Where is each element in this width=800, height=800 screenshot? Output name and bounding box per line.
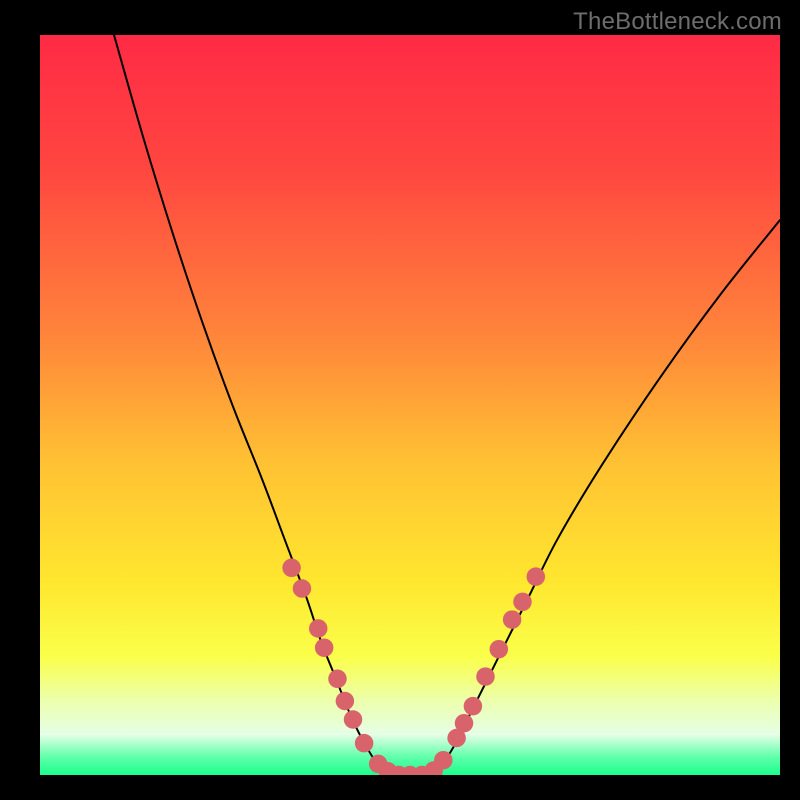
curve-marker [355, 734, 374, 753]
curve-marker [490, 640, 509, 659]
curve-marker [309, 619, 328, 638]
curve-marker [282, 559, 301, 578]
curve-marker [336, 692, 355, 711]
curve-marker [464, 697, 483, 716]
curve-marker [328, 670, 347, 689]
chart-svg [40, 35, 780, 775]
bottleneck-curve [114, 35, 780, 775]
curve-markers [282, 559, 545, 775]
curve-marker [344, 710, 363, 729]
curve-marker [513, 593, 532, 612]
curve-marker [476, 667, 495, 686]
curve-marker [293, 579, 312, 598]
curve-marker [527, 567, 546, 586]
chart-frame: TheBottleneck.com [0, 0, 800, 800]
watermark-text: TheBottleneck.com [573, 8, 782, 36]
curve-marker [455, 714, 474, 733]
plot-area [40, 35, 780, 775]
curve-marker [434, 751, 453, 770]
curve-marker [503, 610, 522, 629]
curve-marker [315, 638, 334, 657]
